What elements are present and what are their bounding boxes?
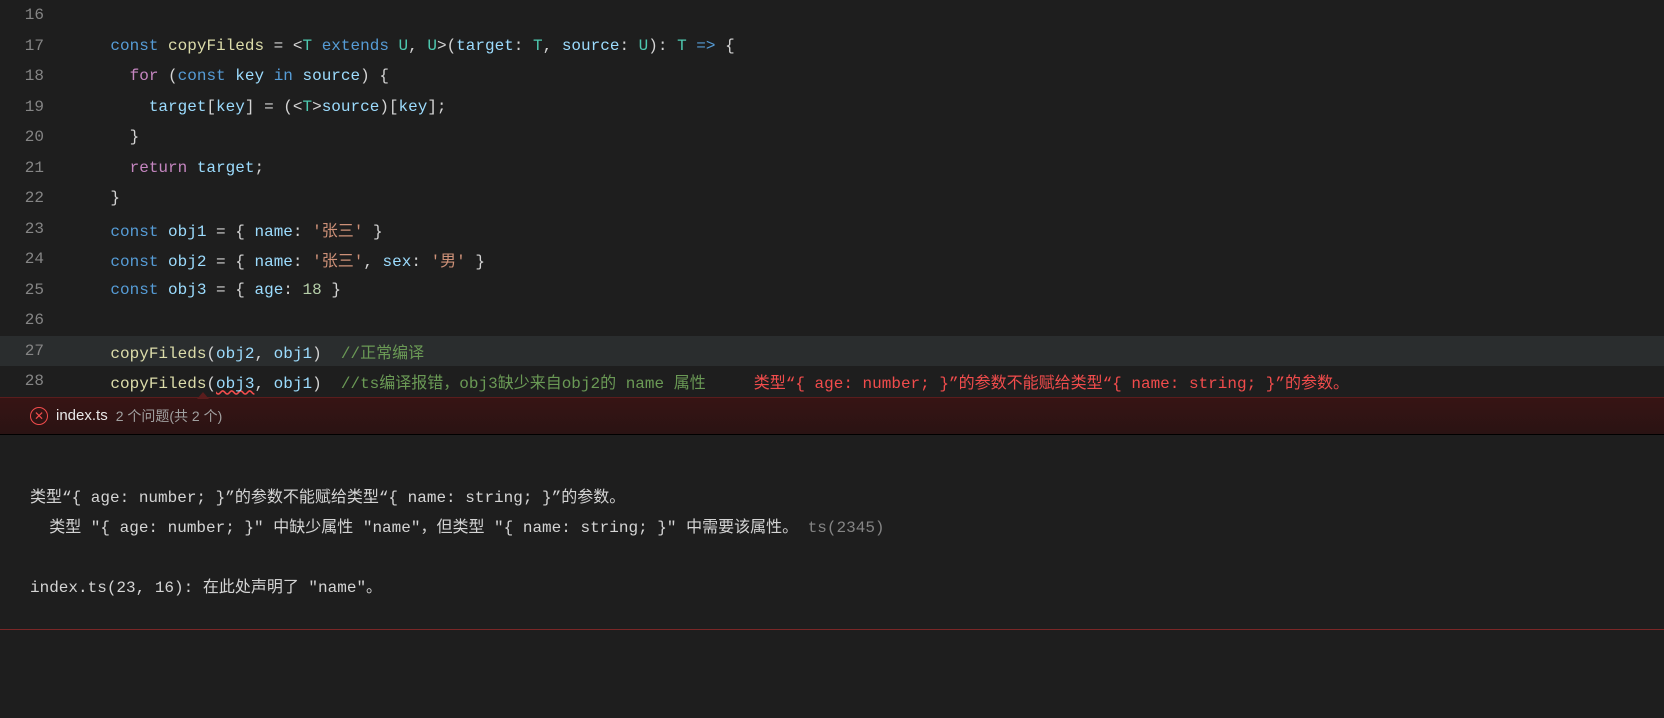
code-content[interactable]: target[key] = (<T>source)[key]; <box>72 98 1664 116</box>
problems-filename: index.ts <box>56 407 108 424</box>
code-content[interactable]: const obj3 = { age: 18 } <box>72 281 1664 299</box>
code-content[interactable]: const obj1 = { name: '张三' } <box>72 217 1664 241</box>
code-content[interactable]: return target; <box>72 159 1664 177</box>
code-line[interactable]: 27 copyFileds(obj2, obj1) //正常编译 <box>0 336 1664 367</box>
line-number: 23 <box>0 220 72 238</box>
code-content[interactable]: } <box>72 128 1664 146</box>
code-line[interactable]: 18 for (const key in source) { <box>0 61 1664 92</box>
line-number: 18 <box>0 67 72 85</box>
code-line[interactable]: 17 const copyFileds = <T extends U, U>(t… <box>0 31 1664 62</box>
line-number: 20 <box>0 128 72 146</box>
code-line[interactable]: 23 const obj1 = { name: '张三' } <box>0 214 1664 245</box>
line-number: 24 <box>0 250 72 268</box>
code-line[interactable]: 20 } <box>0 122 1664 153</box>
error-code: ts(2345) <box>808 519 885 537</box>
code-content[interactable]: const obj2 = { name: '张三', sex: '男' } <box>72 247 1664 271</box>
code-line[interactable]: 22 } <box>0 183 1664 214</box>
problems-panel-body[interactable]: 类型“{ age: number; }”的参数不能赋给类型“{ name: st… <box>0 435 1664 630</box>
code-line[interactable]: 26 <box>0 305 1664 336</box>
code-content[interactable]: copyFileds(obj2, obj1) //正常编译 <box>72 339 1664 363</box>
error-marker-icon <box>197 392 209 399</box>
code-line[interactable]: 19 target[key] = (<T>source)[key]; <box>0 92 1664 123</box>
code-line[interactable]: 24 const obj2 = { name: '张三', sex: '男' } <box>0 244 1664 275</box>
problems-count: 2 个问题(共 2 个) <box>116 406 223 426</box>
code-content[interactable]: for (const key in source) { <box>72 67 1664 85</box>
line-number: 17 <box>0 37 72 55</box>
code-line[interactable]: 28 copyFileds(obj3, obj1) //ts编译报错，obj3缺… <box>0 366 1664 397</box>
code-content[interactable]: copyFileds(obj3, obj1) //ts编译报错，obj3缺少来自… <box>72 369 1664 393</box>
line-number: 16 <box>0 6 72 24</box>
line-number: 22 <box>0 189 72 207</box>
line-number: 28 <box>0 372 72 390</box>
code-line[interactable]: 16 <box>0 0 1664 31</box>
code-content[interactable]: } <box>72 189 1664 207</box>
line-number: 26 <box>0 311 72 329</box>
line-number: 21 <box>0 159 72 177</box>
code-line[interactable]: 21 return target; <box>0 153 1664 184</box>
error-related-info: index.ts(23, 16): 在此处声明了 "name"。 <box>30 579 382 597</box>
error-icon: ✕ <box>30 407 48 425</box>
code-editor[interactable]: 16 17 const copyFileds = <T extends U, U>… <box>0 0 1664 397</box>
problems-panel-header[interactable]: ✕ index.ts 2 个问题(共 2 个) <box>0 397 1664 435</box>
line-number: 19 <box>0 98 72 116</box>
error-message-line: 类型“{ age: number; }”的参数不能赋给类型“{ name: st… <box>30 489 625 507</box>
line-number: 25 <box>0 281 72 299</box>
code-content[interactable]: const copyFileds = <T extends U, U>(targ… <box>72 37 1664 55</box>
line-number: 27 <box>0 342 72 360</box>
error-message-line: 类型 "{ age: number; }" 中缺少属性 "name"，但类型 "… <box>30 519 798 537</box>
code-line[interactable]: 25 const obj3 = { age: 18 } <box>0 275 1664 306</box>
